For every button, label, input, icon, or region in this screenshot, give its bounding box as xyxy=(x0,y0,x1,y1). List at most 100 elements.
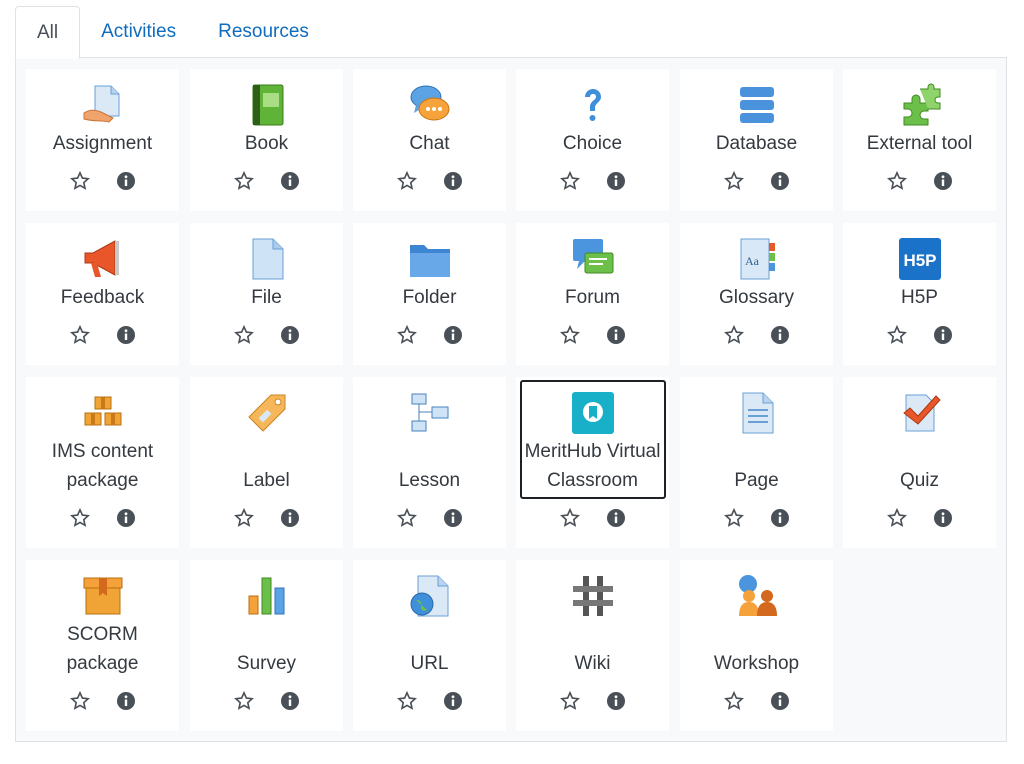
module-name: Book xyxy=(244,133,289,154)
module-card-glossary[interactable]: Aa Glossary xyxy=(680,223,833,365)
star-icon[interactable] xyxy=(559,690,581,712)
assignment-icon xyxy=(81,83,125,127)
star-icon[interactable] xyxy=(233,690,255,712)
module-name: Wiki xyxy=(574,653,611,674)
ims-content-package-icon xyxy=(81,391,125,435)
star-icon[interactable] xyxy=(69,507,91,529)
star-icon[interactable] xyxy=(396,507,418,529)
chat-icon xyxy=(408,83,452,127)
info-icon[interactable] xyxy=(605,690,627,712)
info-icon[interactable] xyxy=(115,324,137,346)
star-icon[interactable] xyxy=(233,324,255,346)
star-icon[interactable] xyxy=(723,170,745,192)
url-icon xyxy=(408,574,452,618)
page-icon xyxy=(735,391,779,435)
info-icon[interactable] xyxy=(605,170,627,192)
tab-activities[interactable]: Activities xyxy=(80,6,197,57)
module-card-h5p[interactable]: H5P H5P xyxy=(843,223,996,365)
module-card-url[interactable]: URL xyxy=(353,560,506,731)
workshop-icon xyxy=(735,574,779,618)
info-icon[interactable] xyxy=(279,170,301,192)
lesson-icon xyxy=(408,391,452,435)
info-icon[interactable] xyxy=(115,690,137,712)
module-card-external-tool[interactable]: External tool xyxy=(843,69,996,211)
info-icon[interactable] xyxy=(442,324,464,346)
module-name: Quiz xyxy=(899,470,940,491)
info-icon[interactable] xyxy=(769,324,791,346)
module-tabs: All Activities Resources xyxy=(15,6,330,59)
star-icon[interactable] xyxy=(396,170,418,192)
module-name: Choice xyxy=(562,133,623,154)
module-card-assignment[interactable]: Assignment xyxy=(26,69,179,211)
star-icon[interactable] xyxy=(69,170,91,192)
star-icon[interactable] xyxy=(559,170,581,192)
star-icon[interactable] xyxy=(559,324,581,346)
module-card-label[interactable]: Label xyxy=(190,377,343,548)
star-icon[interactable] xyxy=(69,690,91,712)
module-name: SCORM package xyxy=(66,624,139,674)
module-card-lesson[interactable]: Lesson xyxy=(353,377,506,548)
module-card-survey[interactable]: Survey xyxy=(190,560,343,731)
folder-icon xyxy=(408,237,452,281)
module-card-file[interactable]: File xyxy=(190,223,343,365)
star-icon[interactable] xyxy=(723,324,745,346)
star-icon[interactable] xyxy=(396,324,418,346)
module-name: Database xyxy=(715,133,798,154)
module-card-ims-content-package[interactable]: IMS content package xyxy=(26,377,179,548)
merithub-icon xyxy=(571,391,615,435)
module-card-wiki[interactable]: Wiki xyxy=(516,560,669,731)
tab-resources[interactable]: Resources xyxy=(197,6,330,57)
forum-icon xyxy=(571,237,615,281)
star-icon[interactable] xyxy=(886,170,908,192)
info-icon[interactable] xyxy=(932,170,954,192)
info-icon[interactable] xyxy=(115,170,137,192)
info-icon[interactable] xyxy=(769,507,791,529)
info-icon[interactable] xyxy=(279,507,301,529)
star-icon[interactable] xyxy=(886,324,908,346)
info-icon[interactable] xyxy=(769,690,791,712)
module-name: Assignment xyxy=(52,133,153,154)
star-icon[interactable] xyxy=(69,324,91,346)
info-icon[interactable] xyxy=(279,690,301,712)
info-icon[interactable] xyxy=(932,324,954,346)
star-icon[interactable] xyxy=(396,690,418,712)
database-icon xyxy=(735,83,779,127)
module-card-chat[interactable]: Chat xyxy=(353,69,506,211)
star-icon[interactable] xyxy=(886,507,908,529)
info-icon[interactable] xyxy=(442,690,464,712)
module-name: Page xyxy=(734,470,779,491)
star-icon[interactable] xyxy=(723,690,745,712)
module-card-quiz[interactable]: Quiz xyxy=(843,377,996,548)
info-icon[interactable] xyxy=(442,170,464,192)
star-icon[interactable] xyxy=(233,170,255,192)
star-icon[interactable] xyxy=(559,507,581,529)
module-card-forum[interactable]: Forum xyxy=(516,223,669,365)
info-icon[interactable] xyxy=(279,324,301,346)
tab-all[interactable]: All xyxy=(15,6,81,59)
info-icon[interactable] xyxy=(442,507,464,529)
star-icon[interactable] xyxy=(233,507,255,529)
star-icon[interactable] xyxy=(723,507,745,529)
wiki-icon xyxy=(571,574,615,618)
module-card-page[interactable]: Page xyxy=(680,377,833,548)
module-card-book[interactable]: Book xyxy=(190,69,343,211)
module-name: Survey xyxy=(236,653,297,674)
module-card-scorm-package[interactable]: SCORM package xyxy=(26,560,179,731)
module-name: Workshop xyxy=(713,653,800,674)
info-icon[interactable] xyxy=(605,324,627,346)
module-card-choice[interactable]: Choice xyxy=(516,69,669,211)
glossary-icon: Aa xyxy=(735,237,779,281)
info-icon[interactable] xyxy=(769,170,791,192)
h5p-icon: H5P xyxy=(898,237,942,281)
info-icon[interactable] xyxy=(605,507,627,529)
module-card-feedback[interactable]: Feedback xyxy=(26,223,179,365)
info-icon[interactable] xyxy=(115,507,137,529)
module-card-folder[interactable]: Folder xyxy=(353,223,506,365)
module-card-merithub-virtual-classroom[interactable]: MeritHub Virtual Classroom xyxy=(516,377,669,548)
h5p-icon-text: H5P xyxy=(903,251,936,270)
module-card-database[interactable]: Database xyxy=(680,69,833,211)
module-name: Lesson xyxy=(398,470,461,491)
svg-text:Aa: Aa xyxy=(745,254,760,268)
info-icon[interactable] xyxy=(932,507,954,529)
module-card-workshop[interactable]: Workshop xyxy=(680,560,833,731)
